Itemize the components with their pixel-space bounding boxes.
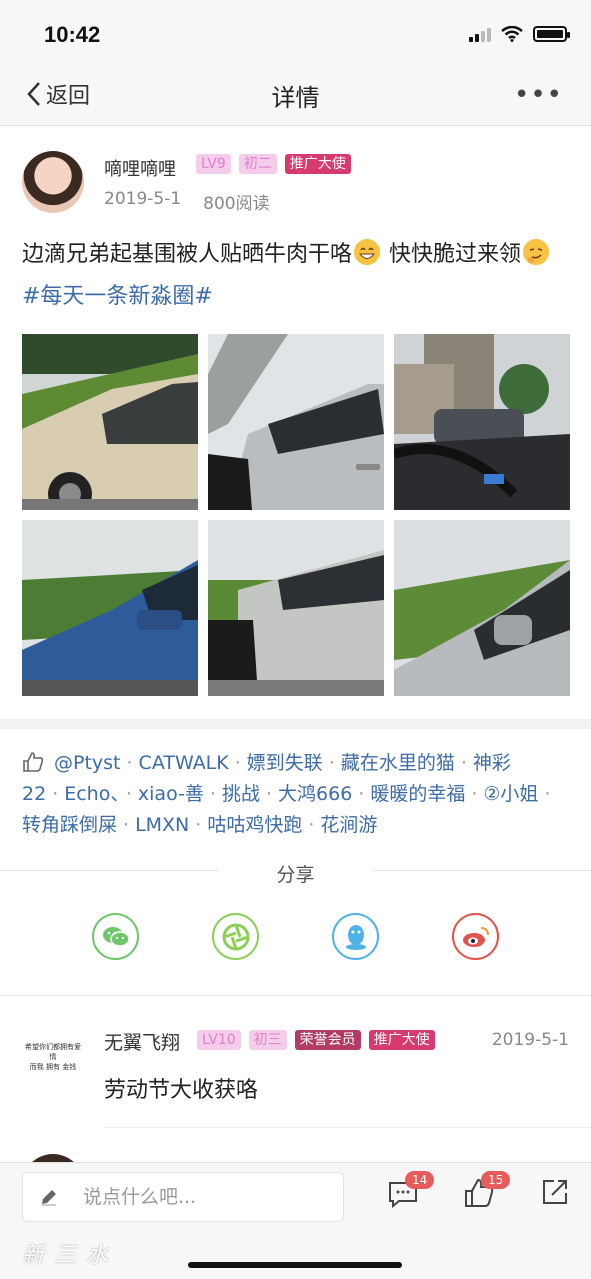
liker[interactable]: Echo、 [64,783,120,805]
promo-badge: 推广大使 [284,154,351,174]
level-badge: LV10 [197,1030,241,1050]
liker[interactable]: 嫖到失联 [247,752,323,774]
promo-badge: 推广大使 [368,1030,435,1050]
comments-button[interactable]: 14 [387,1171,435,1213]
liker[interactable]: xiao-善 [138,783,204,805]
commenter-avatar[interactable]: 希望你们都拥有爱情 而我 拥有 金钱 [22,1042,84,1082]
grin-emoji-icon [354,239,381,265]
share-label: 分享 [276,864,315,886]
post-header: 嘀哩嘀哩 LV9 初二 推广大使 2019-5-1 800阅读 [0,127,591,222]
comment-input[interactable] [83,1182,333,1212]
section-divider [0,719,591,729]
share-icon [543,1180,567,1204]
commenter-avatar-subtext: 而我 拥有 金钱 [29,1063,77,1071]
liker[interactable]: 藏在水里的猫 [341,752,455,774]
moments-share-button[interactable] [212,913,259,960]
liker[interactable]: 挑战 [222,783,260,805]
liker[interactable]: 暖暖的幸福 [370,783,465,805]
liker[interactable]: 大鸿666 [278,783,352,805]
post-text-part1: 边滴兄弟起基围被人贴晒牛肉干咯 [22,242,353,267]
comment-input-box[interactable] [22,1172,344,1222]
grade-badge: 初二 [238,154,277,174]
author-badges: LV9 初二 推广大使 [196,154,351,174]
share-button[interactable] [540,1177,576,1213]
photo-4[interactable] [22,520,198,696]
post-text-part2: 快快脆过来领 [382,242,522,267]
more-icon[interactable]: ••• [514,80,563,110]
photo-grid [22,334,570,696]
commenter-avatar-text: 希望你们都拥有爱情 [25,1043,81,1061]
like-button[interactable]: 15 [463,1171,511,1213]
smirk-emoji-icon [523,239,550,265]
commenter-badges: LV10 初三 荣誉会员 推广大使 [197,1030,440,1050]
author-avatar[interactable] [22,151,84,213]
home-indicator[interactable] [188,1262,402,1268]
comment-divider [104,1127,591,1128]
comment-date: 2019-5-1 [491,1030,569,1050]
hashtag-link[interactable]: #每天一条新淼圈# [22,284,213,309]
photo-6[interactable] [394,520,570,696]
wifi-icon [501,26,523,42]
status-bar: 10:42 [0,0,591,66]
photo-2[interactable] [208,334,384,510]
comment-item: 希望你们都拥有爱情 而我 拥有 金钱 无翼飞翔 LV10 初三 荣誉会员 推广大… [0,1008,591,1128]
author-name[interactable]: 嘀哩嘀哩 [104,155,176,181]
liker[interactable]: LMXN [135,814,189,836]
post-date: 2019-5-1 [104,189,182,209]
liker[interactable]: 转角踩倒屎 [22,814,117,836]
honor-badge: 荣誉会员 [294,1030,361,1050]
bottom-bar: 14 15 新三水 [0,1162,591,1279]
photo-3[interactable] [394,334,570,510]
qq-share-button[interactable] [332,913,379,960]
comment-count-badge: 14 [405,1171,435,1189]
like-count-badge: 15 [481,1171,511,1189]
photo-5[interactable] [208,520,384,696]
liker[interactable]: ②小姐 [483,783,538,805]
qq-icon [345,924,366,950]
wechat-icon [102,926,130,947]
liker[interactable]: CATWALK [139,752,229,774]
comments-divider [0,995,591,996]
level-badge: LV9 [196,154,231,174]
pencil-icon [42,1190,56,1206]
liker[interactable]: 花涧游 [320,814,377,836]
watermark: 新三水 [22,1243,119,1268]
likes-list: @Ptyst · CATWALK · 嫖到失联 · 藏在水里的猫 · 神彩22 · Echo、 · xi… [22,752,551,836]
post-text: 边滴兄弟起基围被人贴晒牛肉干咯 快快脆过来领 #每天一条新淼圈# [22,234,572,318]
commenter-name[interactable]: 无翼飞翔 [104,1028,180,1055]
weibo-icon [462,926,489,947]
thumbs-up-icon [23,752,44,772]
post-views: 800阅读 [203,194,270,214]
battery-icon [533,26,570,42]
weibo-share-button[interactable] [452,913,499,960]
photo-1[interactable] [22,334,198,510]
nav-bar: 返回 详情 ••• [0,66,591,126]
wechat-share-button[interactable] [92,913,139,960]
post-meta: 2019-5-1 800阅读 [104,189,270,214]
grade-badge: 初三 [248,1030,287,1050]
status-icons [469,26,570,42]
share-icons [92,913,499,960]
page-title: 详情 [271,84,320,112]
moments-icon [222,923,249,950]
status-time: 10:42 [44,22,101,47]
signal-icon [469,26,491,42]
comment-text: 劳动节大收获咯 [104,1078,259,1103]
liker[interactable]: 咕咕鸡快跑 [207,814,302,836]
liker[interactable]: @Ptyst [54,752,121,774]
